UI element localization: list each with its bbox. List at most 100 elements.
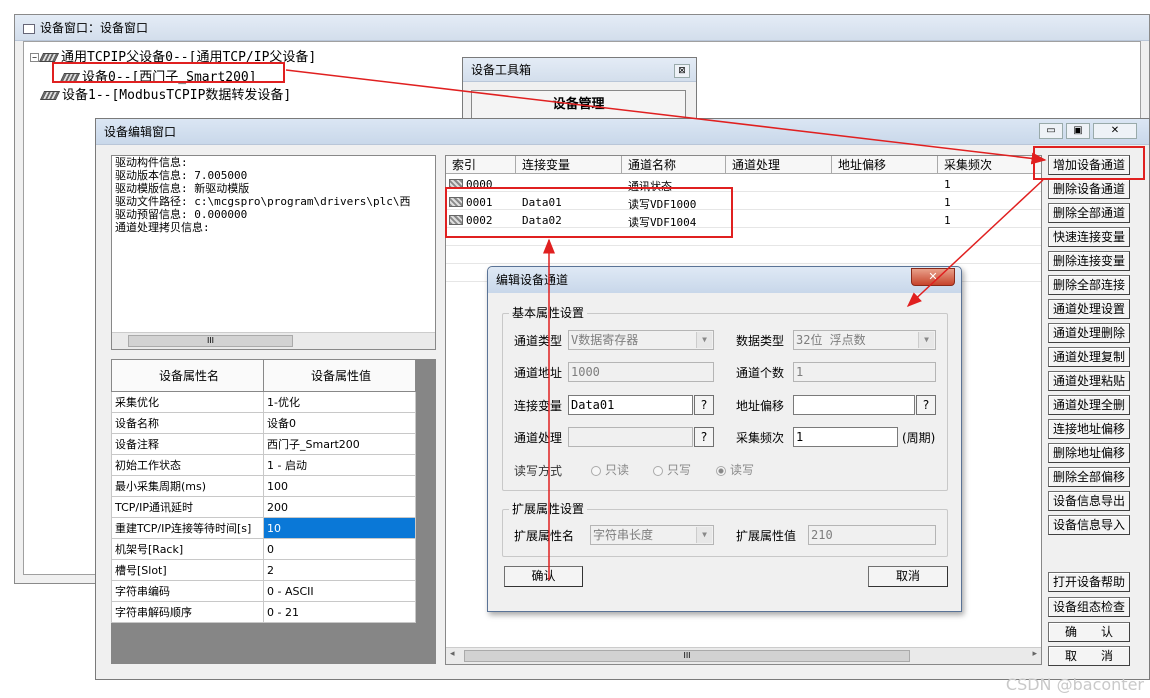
ext-name-label: 扩展属性名	[514, 529, 575, 543]
ext-value-field[interactable]: 210	[808, 525, 936, 545]
delete-all-channels-button[interactable]: 删除全部通道	[1048, 203, 1130, 223]
freq-field[interactable]: 1	[793, 427, 898, 447]
connect-offset-button[interactable]: 连接地址偏移	[1048, 419, 1130, 439]
rw-readwrite-option[interactable]: 读写	[716, 461, 754, 478]
scroll-right-icon[interactable]: ▸	[1032, 649, 1037, 659]
prop-value[interactable]: 200	[263, 496, 416, 518]
delete-all-offset-button[interactable]: 删除全部偏移	[1048, 467, 1130, 487]
cell-freq: 1	[944, 214, 951, 227]
radio-icon	[591, 465, 601, 476]
prop-value[interactable]: 0 - 21	[263, 601, 416, 623]
watermark: CSDN @baconter	[1005, 675, 1144, 694]
prop-value[interactable]: 0 - ASCII	[263, 580, 416, 602]
tree-node-device1[interactable]: 设备1--[ModbusTCPIP数据转发设备]	[39, 84, 291, 103]
table-row[interactable]: 设备名称 设备0	[111, 412, 416, 434]
rw-option-label: 只写	[667, 463, 692, 477]
import-info-button[interactable]: 设备信息导入	[1048, 515, 1130, 535]
ext-name-select[interactable]: 字符串长度 ▼	[590, 525, 714, 545]
prop-value[interactable]: 西门子_Smart200	[263, 433, 416, 455]
scroll-left-icon[interactable]: ◂	[450, 649, 455, 659]
editor-cancel-button[interactable]: 取 消	[1048, 646, 1130, 666]
rw-writeonly-option[interactable]: 只写	[653, 461, 691, 478]
col-freq[interactable]: 采集频次	[938, 156, 1041, 174]
device-help-button[interactable]: 打开设备帮助	[1048, 572, 1130, 592]
ch-type-select[interactable]: V数据寄存器 ▼	[568, 330, 714, 350]
info-line: 驱动构件信息:	[115, 156, 188, 169]
delete-channel-button[interactable]: 删除设备通道	[1048, 179, 1130, 199]
col-addr-off[interactable]: 地址偏移	[832, 156, 938, 174]
ch-addr-label: 通道地址	[514, 366, 563, 380]
maximize-icon[interactable]: ▣	[1066, 123, 1090, 139]
col-ch-proc[interactable]: 通道处理	[726, 156, 832, 174]
device-icon	[38, 53, 60, 62]
dialog-cancel-button[interactable]: 取消	[868, 566, 948, 587]
edit-channel-dialog: 编辑设备通道 ✕ 基本属性设置 通道类型 V数据寄存器 ▼ 数据类型 32位 浮点…	[487, 266, 962, 612]
scroll-thumb[interactable]: III	[464, 650, 910, 662]
table-row[interactable]: 采集优化 1-优化	[111, 391, 416, 413]
proc-delete-button[interactable]: 通道处理删除	[1048, 323, 1130, 343]
ch-addr-field[interactable]: 1000	[568, 362, 714, 382]
ch-type-value: V数据寄存器	[571, 333, 639, 347]
prop-value[interactable]: 0	[263, 538, 416, 560]
prop-value[interactable]: 设备0	[263, 412, 416, 434]
device-icon	[39, 91, 61, 100]
ext-value-label: 扩展属性值	[736, 529, 797, 543]
driver-info-panel: 驱动构件信息: 驱动版本信息: 7.005000 驱动模版信息: 新驱动模版 驱…	[111, 155, 436, 350]
proc-setup-button[interactable]: 通道处理设置	[1048, 299, 1130, 319]
editor-ok-button[interactable]: 确 认	[1048, 622, 1130, 642]
prop-value[interactable]: 1-优化	[263, 391, 416, 413]
toolbox-title: 设备工具箱	[471, 63, 532, 77]
table-row-selected[interactable]: 重建TCP/IP连接等待时间[s] 10	[111, 517, 416, 539]
prop-value[interactable]: 2	[263, 559, 416, 581]
table-row[interactable]: 设备注释 西门子_Smart200	[111, 433, 416, 455]
ch-count-field[interactable]: 1	[793, 362, 936, 382]
device-manage-button[interactable]: 设备管理	[471, 90, 686, 120]
quick-connect-button[interactable]: 快速连接变量	[1048, 227, 1130, 247]
conn-var-field[interactable]: Data01	[568, 395, 693, 415]
table-row[interactable]: 初始工作状态 1 - 启动	[111, 454, 416, 476]
col-prop-value: 设备属性值	[263, 359, 416, 392]
prop-value[interactable]: 1 - 启动	[263, 454, 416, 476]
info-hscrollbar[interactable]: III	[112, 332, 435, 349]
config-check-button[interactable]: 设备组态检查	[1048, 597, 1130, 617]
addr-off-help-button[interactable]: ?	[916, 395, 936, 415]
prop-value[interactable]: 10	[263, 517, 416, 539]
annotation-box-device0	[52, 62, 285, 83]
prop-value[interactable]: 100	[263, 475, 416, 497]
export-info-button[interactable]: 设备信息导出	[1048, 491, 1130, 511]
radio-icon	[653, 465, 663, 476]
table-row[interactable]: 字符串编码 0 - ASCII	[111, 580, 416, 602]
proc-copy-button[interactable]: 通道处理复制	[1048, 347, 1130, 367]
table-row[interactable]: 机架号[Rack] 0	[111, 538, 416, 560]
table-row[interactable]: 字符串解码顺序 0 - 21	[111, 601, 416, 623]
close-icon[interactable]: ⊠	[674, 64, 690, 78]
table-row[interactable]: 槽号[Slot] 2	[111, 559, 416, 581]
addr-off-field[interactable]	[793, 395, 915, 415]
close-icon[interactable]: ✕	[911, 268, 955, 286]
prop-name: 字符串解码顺序	[111, 601, 264, 623]
table-row[interactable]: 最小采集周期(ms) 100	[111, 475, 416, 497]
scroll-thumb[interactable]: III	[128, 335, 293, 347]
col-index[interactable]: 索引	[446, 156, 516, 174]
rw-option-label: 只读	[605, 463, 630, 477]
minimize-icon[interactable]: ▭	[1039, 123, 1063, 139]
col-conn-var[interactable]: 连接变量	[516, 156, 622, 174]
collapse-icon[interactable]: −	[30, 53, 39, 62]
freq-unit: (周期)	[902, 431, 936, 445]
delete-connect-button[interactable]: 删除连接变量	[1048, 251, 1130, 271]
ch-proc-field[interactable]	[568, 427, 693, 447]
col-ch-name[interactable]: 通道名称	[622, 156, 726, 174]
data-type-select[interactable]: 32位 浮点数 ▼	[793, 330, 936, 350]
rw-readonly-option[interactable]: 只读	[591, 461, 629, 478]
conn-var-help-button[interactable]: ?	[694, 395, 714, 415]
dialog-ok-button[interactable]: 确认	[504, 566, 583, 587]
ch-proc-help-button[interactable]: ?	[694, 427, 714, 447]
delete-offset-button[interactable]: 删除地址偏移	[1048, 443, 1130, 463]
proc-paste-button[interactable]: 通道处理粘贴	[1048, 371, 1130, 391]
close-icon[interactable]: ✕	[1093, 123, 1137, 139]
delete-all-connect-button[interactable]: 删除全部连接	[1048, 275, 1130, 295]
proc-delete-all-button[interactable]: 通道处理全删	[1048, 395, 1130, 415]
channel-hscrollbar[interactable]: ◂ III ▸	[446, 647, 1041, 664]
table-row[interactable]: TCP/IP通讯延时 200	[111, 496, 416, 518]
device-window-title: 设备窗口：设备窗口	[40, 21, 149, 35]
